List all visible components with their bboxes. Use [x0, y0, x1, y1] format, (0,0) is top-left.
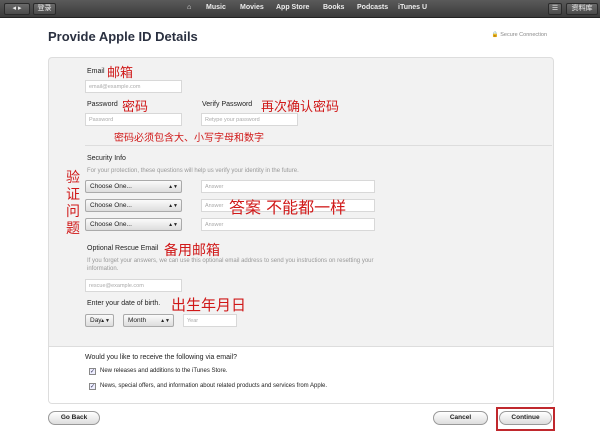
select-value: Choose One... [90, 221, 132, 228]
question-select-1[interactable]: Choose One... ▲▼ [85, 180, 182, 193]
rescue-email-label: Optional Rescue Email [87, 245, 159, 252]
answer-input-3[interactable]: Answer [201, 218, 375, 231]
email-label: Email [87, 68, 105, 75]
cancel-button[interactable]: Cancel [433, 411, 488, 425]
annotation-password: 密码 [122, 100, 149, 115]
rescue-desc: If you forget your answers, we can use t… [87, 258, 374, 272]
email-question: Would you like to receive the following … [85, 354, 238, 361]
nav-podcasts[interactable]: Podcasts [357, 4, 388, 11]
annotation-security: 验证问题 [66, 170, 80, 237]
updown-icon: ▲▼ [100, 318, 110, 324]
checkbox-label: News, special offers, and information ab… [100, 383, 328, 389]
rescue-email-input[interactable]: rescue@example.com [85, 279, 182, 292]
password-label: Password [87, 101, 118, 108]
annotation-answers: 答案 不能都一样 [229, 198, 347, 217]
security-info-title: Security Info [87, 155, 126, 162]
annotation-verify: 再次确认密码 [261, 100, 340, 115]
nav-movies[interactable]: Movies [240, 4, 264, 11]
annotation-password-rule: 密码必须包含大、小写字母和数字 [114, 133, 264, 144]
annotation-email: 邮箱 [107, 66, 134, 81]
library-button[interactable]: 资料库 [566, 3, 598, 15]
nav-itunes-u[interactable]: iTunes U [398, 4, 427, 11]
back-forward-buttons[interactable]: ◂ ▸ [4, 3, 30, 15]
select-value: Choose One... [90, 183, 132, 190]
select-value: Choose One... [90, 202, 132, 209]
secure-connection: 🔒 Secure Connection [492, 32, 547, 38]
secure-label: Secure Connection [500, 32, 547, 38]
page-title: Provide Apple ID Details [48, 29, 198, 44]
month-select[interactable]: Month ▲▼ [123, 314, 174, 327]
updown-icon: ▲▼ [160, 318, 170, 324]
updown-icon: ▲▼ [168, 222, 178, 228]
nav-app-store[interactable]: App Store [276, 4, 309, 11]
email-preferences: Would you like to receive the following … [49, 346, 553, 403]
annotation-dob: 出生年月日 [171, 296, 247, 314]
updown-icon: ▲▼ [168, 203, 178, 209]
question-select-3[interactable]: Choose One... ▲▼ [85, 218, 182, 231]
email-input[interactable]: email@example.com [85, 80, 182, 93]
nav-music[interactable]: Music [206, 4, 226, 11]
answer-input-1[interactable]: Answer [201, 180, 375, 193]
day-select[interactable]: Day ▲▼ [85, 314, 114, 327]
updown-icon: ▲▼ [168, 184, 178, 190]
security-desc: For your protection, these questions wil… [87, 168, 299, 174]
divider [85, 145, 552, 146]
go-back-button[interactable]: Go Back [48, 411, 100, 425]
lock-icon: 🔒 [491, 32, 499, 38]
dob-label: Enter your date of birth. [87, 300, 161, 307]
checkbox-news-offers[interactable]: ✓ [89, 383, 96, 390]
menu-icon[interactable]: ☰ [548, 3, 562, 15]
annotation-rescue: 备用邮箱 [164, 243, 220, 259]
checkbox-new-releases[interactable]: ✓ [89, 368, 96, 375]
verify-password-label: Verify Password [202, 101, 253, 108]
year-input[interactable]: Year [183, 314, 237, 327]
select-value: Month [128, 317, 147, 324]
nav-books[interactable]: Books [323, 4, 344, 11]
question-select-2[interactable]: Choose One... ▲▼ [85, 199, 182, 212]
home-icon[interactable]: ⌂ [187, 4, 191, 11]
continue-button[interactable]: Continue [499, 411, 552, 425]
login-button[interactable]: 登录 [33, 3, 56, 15]
top-toolbar: ◂ ▸ 登录 ⌂ Music Movies App Store Books Po… [0, 0, 600, 18]
checkbox-label: New releases and additions to the iTunes… [100, 368, 228, 374]
